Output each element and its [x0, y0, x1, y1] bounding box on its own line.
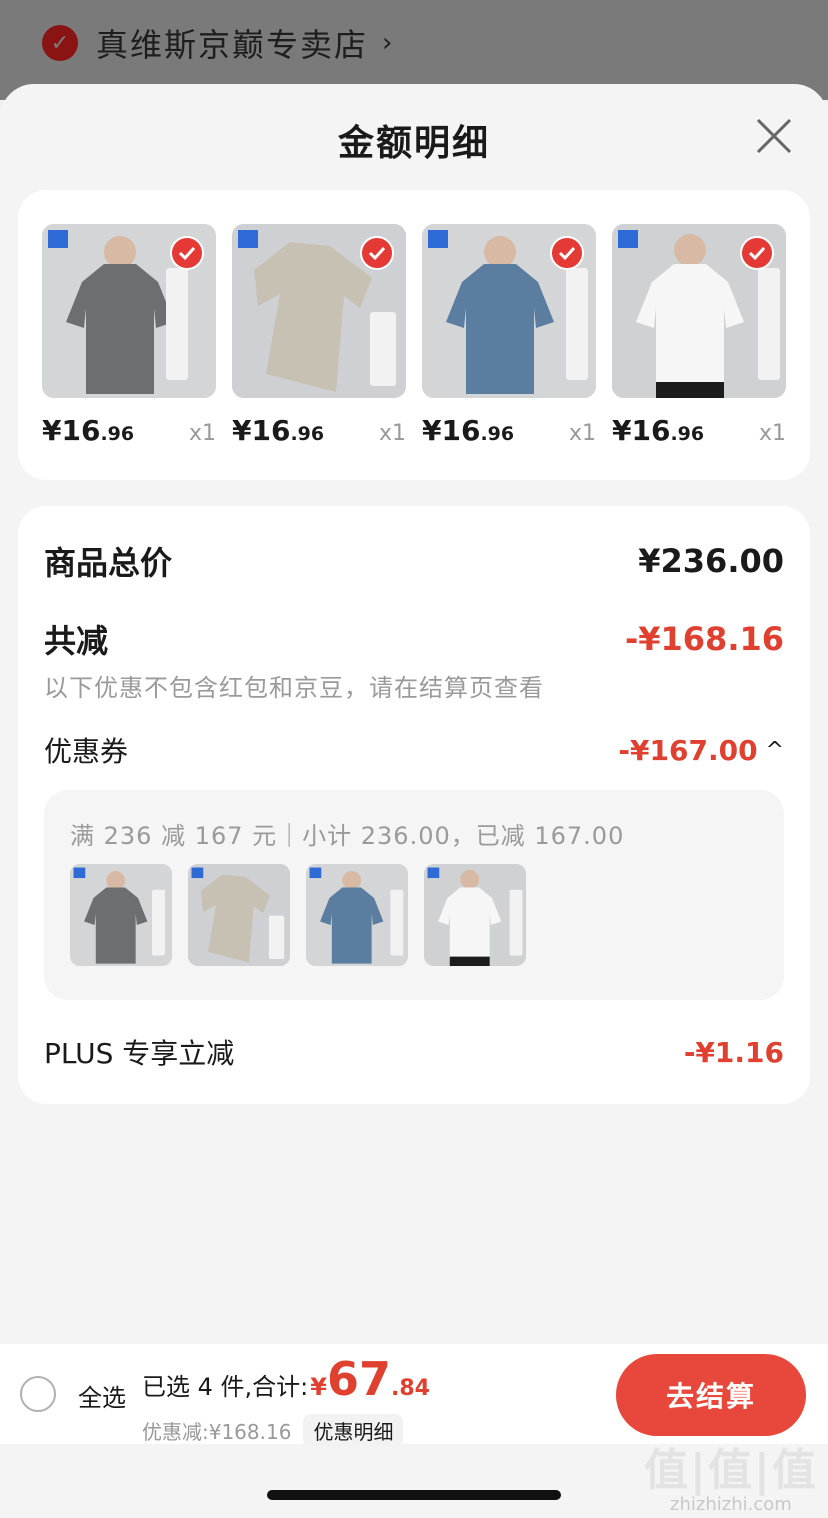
background-store-header: ✓ 真维斯京巅专卖店 ›: [42, 20, 392, 66]
discount-detail-button[interactable]: 优惠明细: [303, 1414, 404, 1447]
selected-check-icon[interactable]: [360, 236, 394, 270]
watermark: 值|值|值 zhizhizhi.com: [644, 1434, 818, 1515]
total-price-row: 商品总价 ¥236.00: [44, 538, 784, 584]
coupon-row[interactable]: 优惠券 -¥167.00 ^: [44, 730, 784, 770]
price-summary-card: 商品总价 ¥236.00 共减 -¥168.16 以下优惠不包含红包和京豆，请在…: [18, 506, 810, 1104]
select-all-label[interactable]: 全选: [78, 1378, 126, 1413]
total-decimal: .84: [390, 1376, 430, 1401]
chevron-right-icon: ›: [382, 28, 393, 58]
chevron-up-icon[interactable]: ^: [766, 738, 784, 763]
selected-check-icon[interactable]: [550, 236, 584, 270]
product-quantity: x1: [568, 421, 596, 446]
sheet-title: 金额明细: [337, 123, 490, 164]
discount-summary: 优惠减:¥168.16 优惠明细: [142, 1414, 404, 1447]
plus-discount-label: PLUS 专享立减: [44, 1037, 235, 1070]
product-item[interactable]: ¥16.96 x1: [422, 224, 596, 447]
total-price-value: ¥236.00: [638, 542, 784, 580]
product-item[interactable]: ¥16.96 x1: [42, 224, 216, 447]
coupon-value: -¥167.00: [618, 733, 758, 767]
product-list-card: ¥16.96 x1 ¥16.96 x1 ¥16.96 x1 ¥16.96 x1: [18, 190, 810, 480]
coupon-product-thumb: [188, 864, 290, 966]
coupon-detail-box: 满 236 减 167 元｜小计 236.00，已减 167.00: [44, 790, 784, 1000]
product-item[interactable]: ¥16.96 x1: [232, 224, 406, 447]
product-price: ¥16.96: [42, 414, 135, 447]
discount-text: 优惠减:¥168.16: [142, 1420, 292, 1444]
product-price: ¥16.96: [232, 414, 325, 447]
checkout-button[interactable]: 去结算: [616, 1354, 806, 1436]
product-image[interactable]: [232, 224, 406, 398]
select-all-checkbox[interactable]: [20, 1376, 56, 1412]
total-integer: 67: [326, 1352, 391, 1406]
reduction-hint: 以下优惠不包含红包和京豆，请在结算页查看: [44, 674, 544, 702]
product-price: ¥16.96: [612, 414, 705, 447]
store-check-icon: ✓: [42, 25, 78, 61]
store-name: 真维斯京巅专卖店: [96, 26, 369, 64]
coupon-product-thumb: [424, 864, 526, 966]
watermark-logo: 值|值|值: [643, 1445, 818, 1496]
home-indicator[interactable]: [267, 1490, 561, 1500]
coupon-product-thumb: [70, 864, 172, 966]
plus-discount-value: -¥1.16: [683, 1035, 784, 1069]
selected-check-icon[interactable]: [740, 236, 774, 270]
amount-detail-sheet: 金额明细 ¥16.96 x1 ¥16.96 x1 ¥16.96 x1 ¥16.9…: [0, 84, 828, 1518]
coupon-label: 优惠券: [44, 735, 129, 768]
product-image[interactable]: [422, 224, 596, 398]
total-reduction-row: 共减 -¥168.16: [44, 616, 784, 662]
product-quantity: x1: [378, 421, 406, 446]
coupon-product-thumb: [306, 864, 408, 966]
selected-check-icon[interactable]: [170, 236, 204, 270]
total-reduction-value: -¥168.16: [624, 620, 784, 658]
plus-discount-row: PLUS 专享立减 -¥1.16: [44, 1032, 784, 1072]
total-price-label: 商品总价: [44, 544, 173, 582]
coupon-description: 满 236 减 167 元｜小计 236.00，已减 167.00: [70, 822, 625, 850]
product-image[interactable]: [612, 224, 786, 398]
total-reduction-label: 共减: [44, 622, 109, 660]
selected-count-text: 已选 4 件,合计:: [142, 1373, 309, 1401]
total-currency: ¥: [310, 1373, 327, 1401]
product-image[interactable]: [42, 224, 216, 398]
product-item[interactable]: ¥16.96 x1: [612, 224, 786, 447]
total-amount: 已选 4 件,合计: ¥ 67 .84: [142, 1352, 430, 1406]
close-icon[interactable]: [754, 116, 794, 156]
product-quantity: x1: [188, 421, 216, 446]
product-quantity: x1: [758, 421, 786, 446]
checkout-bar: 全选 已选 4 件,合计: ¥ 67 .84 优惠减:¥168.16 优惠明细 …: [0, 1344, 828, 1447]
product-price: ¥16.96: [422, 414, 515, 447]
